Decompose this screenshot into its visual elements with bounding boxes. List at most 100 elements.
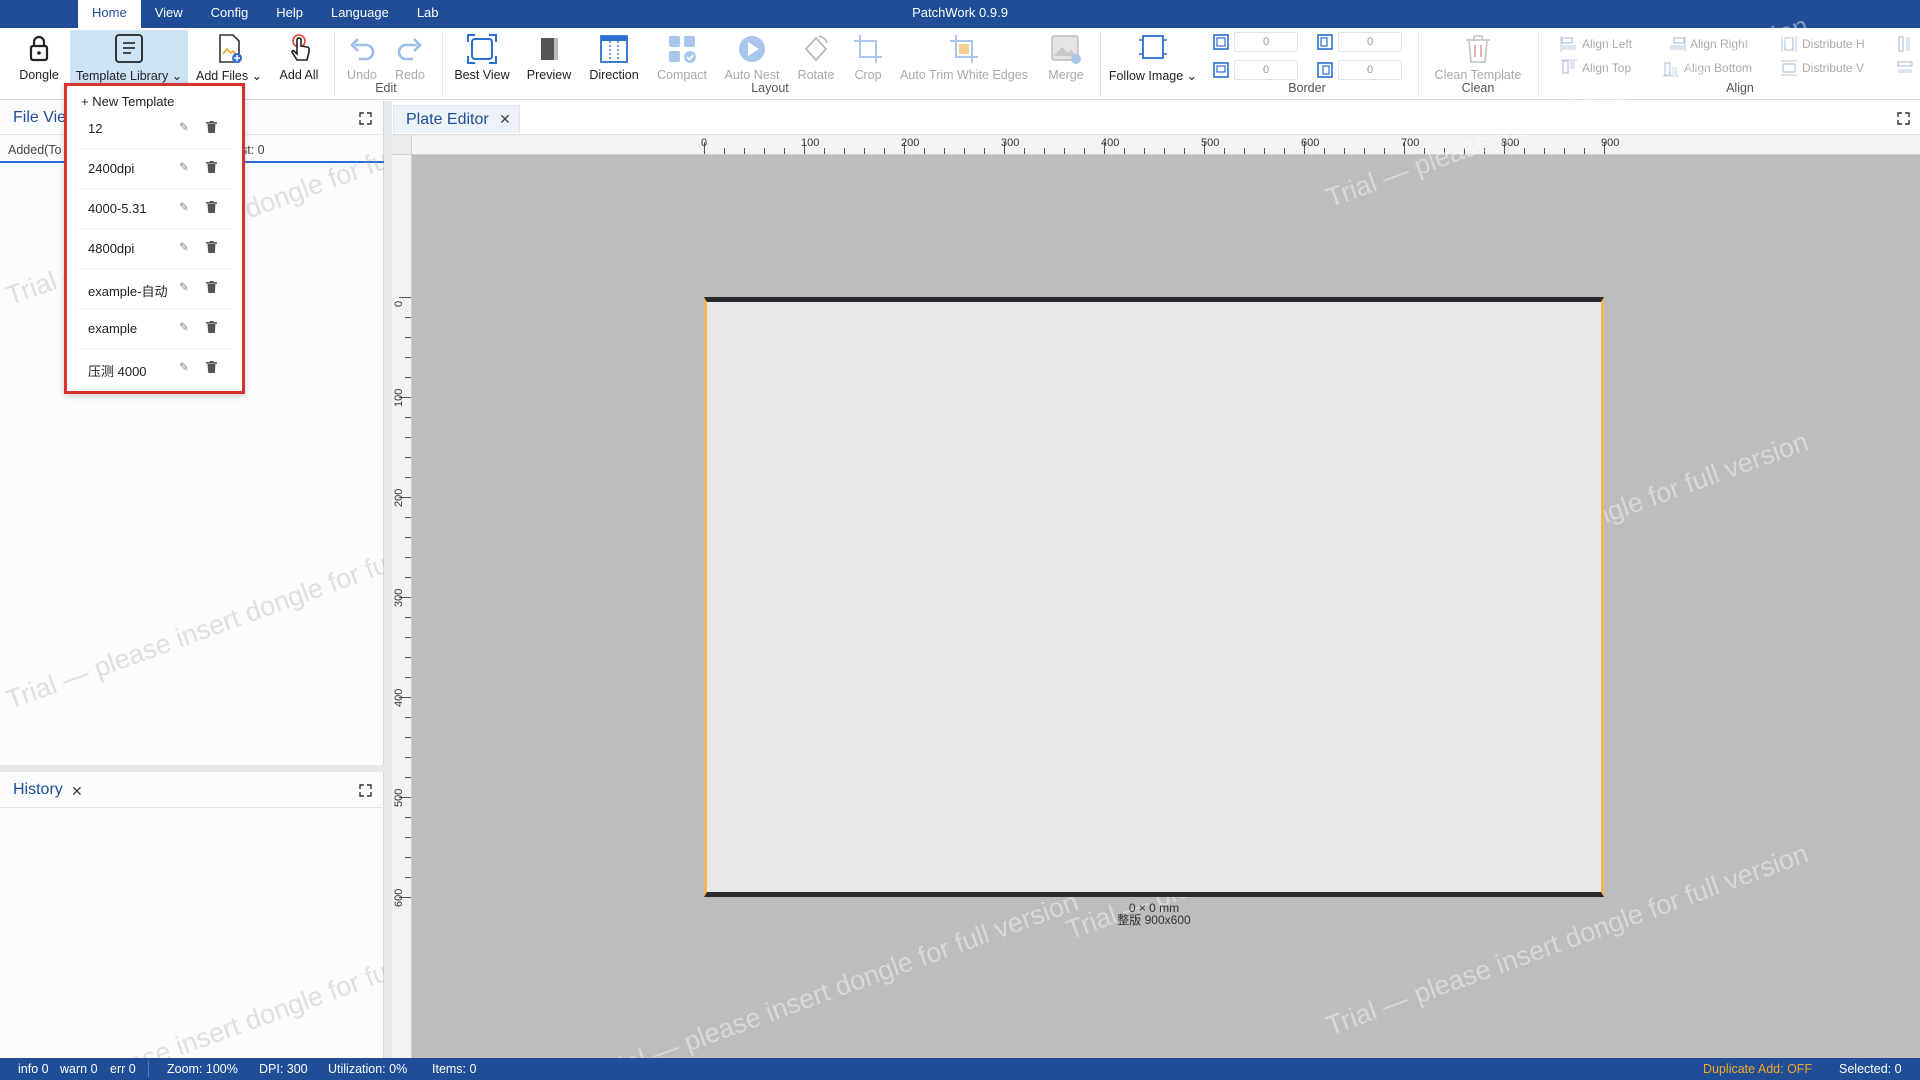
align-right-icon (1670, 36, 1686, 52)
align-left-button[interactable]: Align Left (1560, 35, 1632, 53)
undo-button[interactable]: Undo (340, 30, 384, 88)
duplicate-add-toggle[interactable]: Duplicate Add: OFF (1703, 1062, 1812, 1076)
template-item[interactable]: example-自动 ✎ (67, 268, 242, 308)
plate-editor-tab[interactable]: Plate Editor ✕ (393, 105, 520, 133)
template-item[interactable]: 2400dpi ✎ (67, 148, 242, 188)
plate-label-text: 整版 900x600 (1117, 913, 1191, 927)
best-view-button[interactable]: Best View (448, 30, 516, 88)
pencil-icon[interactable]: ✎ (179, 200, 189, 214)
plate-info: 0 × 0 mm 整版 900x600 (1004, 902, 1304, 926)
ruler-tick (405, 377, 411, 378)
plate-canvas[interactable] (704, 297, 1604, 897)
dongle-button[interactable]: Dongle (12, 30, 66, 88)
pencil-icon[interactable]: ✎ (179, 280, 189, 294)
pencil-icon[interactable]: ✎ (179, 120, 189, 134)
merge-image-icon (1051, 35, 1081, 64)
border-top-input[interactable]: 0 (1234, 32, 1298, 52)
panel-splitter[interactable] (0, 765, 384, 772)
trash-icon[interactable] (206, 361, 217, 373)
pane-splitter[interactable] (384, 101, 392, 1058)
clean-template-label: Clean Template (1434, 68, 1522, 82)
ruler-tick (1344, 148, 1345, 154)
plate-editor-close-icon[interactable]: ✕ (499, 111, 511, 127)
border-bottom-input[interactable]: 0 (1234, 60, 1298, 80)
ruler-tick (1224, 148, 1225, 154)
template-item[interactable]: 12 ✎ (67, 108, 242, 148)
ruler-tick (1024, 148, 1025, 154)
new-template-button[interactable]: + New Template (81, 94, 174, 109)
ribbon-toolbar: Dongle Template Library ⌄ Add Files ⌄ Ad… (0, 28, 1920, 100)
trash-icon[interactable] (206, 321, 217, 333)
title-bar: Home View Config Help Language Lab Patch… (0, 0, 1920, 28)
ruler-tick (405, 857, 411, 858)
preview-button[interactable]: Preview (522, 30, 576, 88)
group-separator (1100, 32, 1101, 96)
menu-lab[interactable]: Lab (403, 0, 453, 28)
history-close-icon[interactable]: ✕ (71, 783, 83, 800)
border-left-input[interactable]: 0 (1338, 60, 1402, 80)
template-item[interactable]: 4000-5.31 ✎ (67, 188, 242, 228)
trash-icon[interactable] (206, 161, 217, 173)
crop-button[interactable]: Crop (846, 30, 890, 88)
history-tab[interactable]: History (13, 781, 63, 799)
trash-icon[interactable] (206, 121, 217, 133)
follow-image-button[interactable]: Follow Image ⌄ (1106, 30, 1200, 88)
file-view-tab[interactable]: File Vie (13, 109, 66, 127)
ruler-tick (1364, 148, 1365, 154)
compact-button[interactable]: Compact (652, 30, 712, 88)
template-item[interactable]: 压测 4000 ✎ (67, 348, 242, 388)
align-bottom-button[interactable]: Align Bottom (1662, 59, 1752, 77)
ruler-tick (1124, 148, 1125, 154)
template-item-name: 12 (88, 121, 103, 136)
more-distribute-icon[interactable] (1896, 59, 1914, 77)
direction-button[interactable]: Direction (584, 30, 644, 88)
template-doc-icon (115, 34, 143, 63)
distribute-h-button[interactable]: Distribute H (1780, 35, 1865, 53)
expand-icon[interactable] (359, 784, 372, 797)
add-files-button[interactable]: Add Files ⌄ (196, 30, 262, 88)
pencil-icon[interactable]: ✎ (179, 360, 189, 374)
more-align-icon[interactable] (1896, 35, 1914, 53)
rotate-button[interactable]: Rotate (790, 30, 842, 88)
ruler-tick (405, 317, 411, 318)
vertical-ruler: 0 100 200 300 400 500 600 (392, 155, 412, 1058)
redo-button[interactable]: Redo (388, 30, 432, 88)
align-right-button[interactable]: Align Right (1668, 35, 1748, 53)
distribute-v-button[interactable]: Distribute V (1780, 59, 1864, 77)
align-top-button[interactable]: Align Top (1560, 59, 1631, 77)
add-all-button[interactable]: Add All (272, 30, 326, 88)
trash-icon[interactable] (206, 241, 217, 253)
pencil-icon[interactable]: ✎ (179, 160, 189, 174)
ruler-tick (1464, 148, 1465, 154)
template-item[interactable]: example ✎ (67, 308, 242, 348)
expand-icon[interactable] (1897, 112, 1910, 125)
menu-view[interactable]: View (141, 0, 197, 28)
ruler-tick (405, 437, 411, 438)
pencil-icon[interactable]: ✎ (179, 240, 189, 254)
template-item[interactable]: 4800dpi ✎ (67, 228, 242, 268)
clean-template-button[interactable]: Clean Template (1426, 30, 1530, 88)
auto-nest-button[interactable]: Auto Nest (720, 30, 784, 88)
ruler-tick (405, 357, 411, 358)
expand-icon[interactable] (359, 112, 372, 125)
trash-icon[interactable] (206, 201, 217, 213)
ruler-tick (1424, 148, 1425, 154)
horizontal-ruler: 0 100 200 300 400 500 600 700 800 900 (392, 135, 1920, 155)
template-library-button[interactable]: Template Library ⌄ (70, 30, 188, 88)
pencil-icon[interactable]: ✎ (179, 320, 189, 334)
menu-language[interactable]: Language (317, 0, 403, 28)
border-right-input[interactable]: 0 (1338, 32, 1402, 52)
ruler-tick (399, 297, 411, 298)
ruler-tick (405, 717, 411, 718)
trash-icon[interactable] (206, 281, 217, 293)
group-separator (1538, 32, 1539, 96)
menu-home[interactable]: Home (78, 0, 141, 28)
border-left-icon (1317, 62, 1333, 78)
ruler-tick (405, 817, 411, 818)
align-top-label: Align Top (1582, 61, 1632, 75)
menu-help[interactable]: Help (262, 0, 317, 28)
menu-config[interactable]: Config (197, 0, 263, 28)
auto-trim-button[interactable]: Auto Trim White Edges (894, 30, 1034, 88)
merge-button[interactable]: Merge (1040, 30, 1092, 88)
status-selected: Selected: 0 (1839, 1062, 1902, 1076)
